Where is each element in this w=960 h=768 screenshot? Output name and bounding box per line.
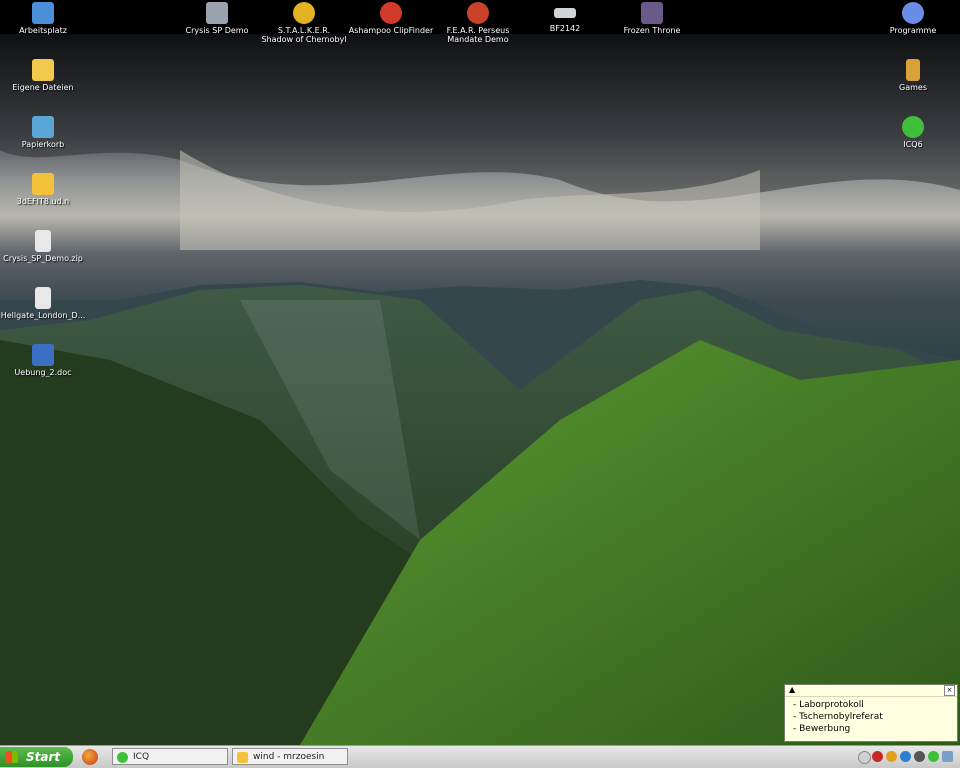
icq-flower-icon (902, 116, 924, 138)
desktop-icon-crysis-demo[interactable]: Crysis SP Demo (174, 2, 260, 35)
desktop-icon-eigene-dateien[interactable]: Eigene Dateien (0, 59, 86, 92)
computer-icon (32, 2, 54, 24)
icq-flower-icon (117, 752, 128, 763)
folder-documents-icon (32, 59, 54, 81)
start-label: Start (26, 750, 61, 764)
clipfinder-icon (380, 2, 402, 24)
recycle-bin-icon (32, 116, 54, 138)
collapse-arrow-icon[interactable]: ▲ (789, 685, 795, 694)
icq-tray-icon[interactable] (928, 751, 939, 762)
shield-tray-icon[interactable] (886, 751, 897, 762)
taskbar-button-icq[interactable]: ICQ (112, 748, 228, 765)
desktop-icon-crysis-zip[interactable]: Crysis_SP_Demo.zip (0, 230, 86, 263)
wallpaper-landscape (0, 34, 960, 745)
radiation-icon (293, 2, 315, 24)
frozen-throne-icon (641, 2, 663, 24)
sticky-note[interactable]: ▲ × - Laborprotokoll - Tschernobylrefera… (784, 684, 958, 742)
desktop-icon-folder[interactable]: 3dEFIT8.ud.n (0, 173, 86, 206)
tray-expand-icon[interactable] (858, 751, 871, 764)
windows-flag-icon (6, 751, 18, 763)
taskbar: Start ICQ wind - mrzoesin (0, 745, 960, 768)
crysis-icon (206, 2, 228, 24)
firefox-quicklaunch-icon[interactable] (82, 749, 98, 765)
bf2142-icon (554, 8, 576, 18)
display-tray-icon[interactable] (942, 751, 953, 762)
antivirus-tray-icon[interactable] (872, 751, 883, 762)
word-document-icon (32, 344, 54, 366)
desktop-icon-games[interactable]: Games (870, 59, 956, 92)
desktop-icon-arbeitsplatz[interactable]: Arbeitsplatz (0, 2, 86, 35)
close-icon[interactable]: × (944, 685, 955, 696)
volume-tray-icon[interactable] (914, 751, 925, 762)
zip-file-icon (35, 230, 51, 252)
desktop-icon-icq6[interactable]: ICQ6 (870, 116, 956, 149)
desktop-icon-stalker[interactable]: S.T.A.L.K.E.R. Shadow of Chernobyl (261, 2, 347, 44)
gamepad-icon (906, 59, 920, 81)
note-list: - Laborprotokoll - Tschernobylreferat - … (785, 699, 957, 735)
fear-icon (467, 2, 489, 24)
network-tray-icon[interactable] (900, 751, 911, 762)
desktop-icon-frozen-throne[interactable]: Frozen Throne (609, 2, 695, 35)
gear-icon (902, 2, 924, 24)
note-item: - Tschernobylreferat (793, 712, 883, 722)
taskbar-button-label: wind - mrzoesin (253, 752, 325, 762)
desktop-icon-bf2142[interactable]: BF2142 (522, 2, 608, 33)
zip-file-icon (35, 287, 51, 309)
desktop-icon-uebung-doc[interactable]: Uebung_2.doc (0, 344, 86, 377)
folder-icon (237, 752, 248, 763)
note-item: - Laborprotokoll (793, 700, 864, 710)
sticky-note-header: ▲ × (785, 685, 957, 697)
desktop-icon-hellgate-zip[interactable]: Hellgate_London_D... (0, 287, 86, 320)
start-button[interactable]: Start (0, 747, 73, 767)
desktop-icon-clipfinder[interactable]: Ashampoo ClipFinder (348, 2, 434, 35)
desktop: Arbeitsplatz Eigene Dateien Papierkorb 3… (0, 0, 960, 745)
desktop-icon-fear-demo[interactable]: F.E.A.R. Perseus Mandate Demo (435, 2, 521, 44)
taskbar-button-folder[interactable]: wind - mrzoesin (232, 748, 348, 765)
system-tray (856, 747, 960, 767)
note-item: - Bewerbung (793, 724, 851, 734)
taskbar-button-label: ICQ (133, 752, 150, 762)
folder-icon (32, 173, 54, 195)
desktop-icon-papierkorb[interactable]: Papierkorb (0, 116, 86, 149)
desktop-icon-programme[interactable]: Programme (870, 2, 956, 35)
